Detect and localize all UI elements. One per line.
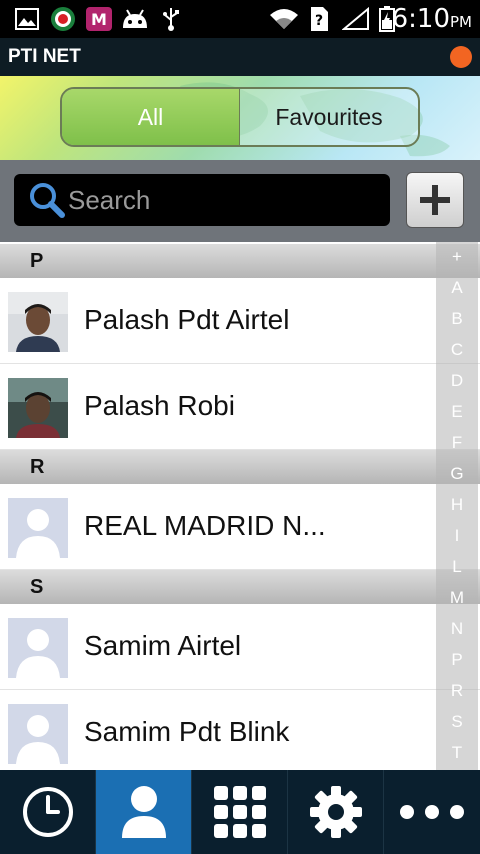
contact-list: P Palash Pdt Airtel Palash Robi R REAL M… xyxy=(0,242,480,772)
search-bar xyxy=(0,160,480,242)
index-letter[interactable]: S xyxy=(436,712,478,732)
search-icon xyxy=(30,183,65,218)
plus-icon xyxy=(420,185,450,215)
app-bar: PTI NET xyxy=(0,38,480,76)
pti-app-icon xyxy=(50,6,76,32)
nav-contacts-button[interactable] xyxy=(96,770,192,854)
tab-favourites[interactable]: Favourites xyxy=(240,89,418,145)
index-letter[interactable]: E xyxy=(436,402,478,422)
wifi-icon xyxy=(268,6,300,32)
nav-more-button[interactable] xyxy=(384,770,480,854)
index-letter[interactable]: G xyxy=(436,464,478,484)
contact-name: Samim Airtel xyxy=(84,630,242,661)
contact-name: REAL MADRID N... xyxy=(84,510,326,541)
contact-name: Palash Pdt Airtel xyxy=(84,304,290,335)
tab-all[interactable]: All xyxy=(62,89,240,145)
person-icon xyxy=(121,786,166,838)
contact-row[interactable]: Samim Pdt Blink xyxy=(0,690,480,772)
contact-photo xyxy=(8,292,68,352)
app-title: PTI NET xyxy=(8,46,81,67)
contact-name: Palash Robi xyxy=(84,390,235,421)
status-bar: M ? 6:10PM xyxy=(0,0,480,38)
more-dots-icon xyxy=(400,805,464,819)
index-letter[interactable]: H xyxy=(436,495,478,515)
index-letter[interactable]: B xyxy=(436,309,478,329)
search-box[interactable] xyxy=(14,174,390,226)
contact-row[interactable]: REAL MADRID N... xyxy=(0,484,480,570)
nav-history-button[interactable] xyxy=(0,770,96,854)
index-letter[interactable]: M xyxy=(436,588,478,608)
tab-header: All Favourites xyxy=(0,76,480,160)
gmail-icon: M xyxy=(86,6,112,32)
gallery-icon xyxy=(14,6,40,32)
nav-settings-button[interactable] xyxy=(288,770,384,854)
brand-letter: M xyxy=(91,10,107,29)
status-dot-icon xyxy=(450,46,472,68)
add-contact-button[interactable] xyxy=(406,172,464,228)
contact-photo xyxy=(8,378,68,438)
section-header-r: R xyxy=(0,450,480,484)
nav-dialpad-button[interactable] xyxy=(192,770,288,854)
section-header-p: P xyxy=(0,244,480,278)
contact-row[interactable]: Palash Robi xyxy=(0,364,480,450)
android-debug-icon xyxy=(120,6,150,32)
dialpad-icon xyxy=(213,786,266,838)
bottom-nav xyxy=(0,770,480,854)
index-letter[interactable]: I xyxy=(436,526,478,546)
index-letter[interactable]: L xyxy=(436,557,478,577)
default-avatar-icon xyxy=(8,618,68,678)
index-letter[interactable]: F xyxy=(436,433,478,453)
usb-icon xyxy=(160,6,182,32)
index-letter[interactable]: P xyxy=(436,650,478,670)
clock-icon xyxy=(22,787,73,837)
default-avatar-icon xyxy=(8,704,68,764)
index-letter[interactable]: D xyxy=(436,371,478,391)
index-letter[interactable]: + xyxy=(436,247,478,267)
alphabet-index[interactable]: + A B C D E F G H I L M N P R S T xyxy=(436,242,478,770)
index-letter[interactable]: T xyxy=(436,743,478,763)
section-header-s: S xyxy=(0,570,480,604)
tab-switcher: All Favourites xyxy=(60,87,420,147)
default-avatar-icon xyxy=(8,498,68,558)
svg-text:?: ? xyxy=(315,13,323,29)
gear-icon xyxy=(309,786,362,838)
unknown-sim-icon: ? xyxy=(308,6,330,32)
index-letter[interactable]: R xyxy=(436,681,478,701)
index-letter[interactable]: A xyxy=(436,278,478,298)
search-input[interactable] xyxy=(68,184,368,216)
signal-icon xyxy=(342,6,370,32)
index-letter[interactable]: N xyxy=(436,619,478,639)
contact-row[interactable]: Palash Pdt Airtel xyxy=(0,278,480,364)
index-letter[interactable]: C xyxy=(436,340,478,360)
contact-row[interactable]: Samim Airtel xyxy=(0,604,480,690)
contact-name: Samim Pdt Blink xyxy=(84,716,290,747)
clock-time: 6:10PM xyxy=(391,4,472,34)
